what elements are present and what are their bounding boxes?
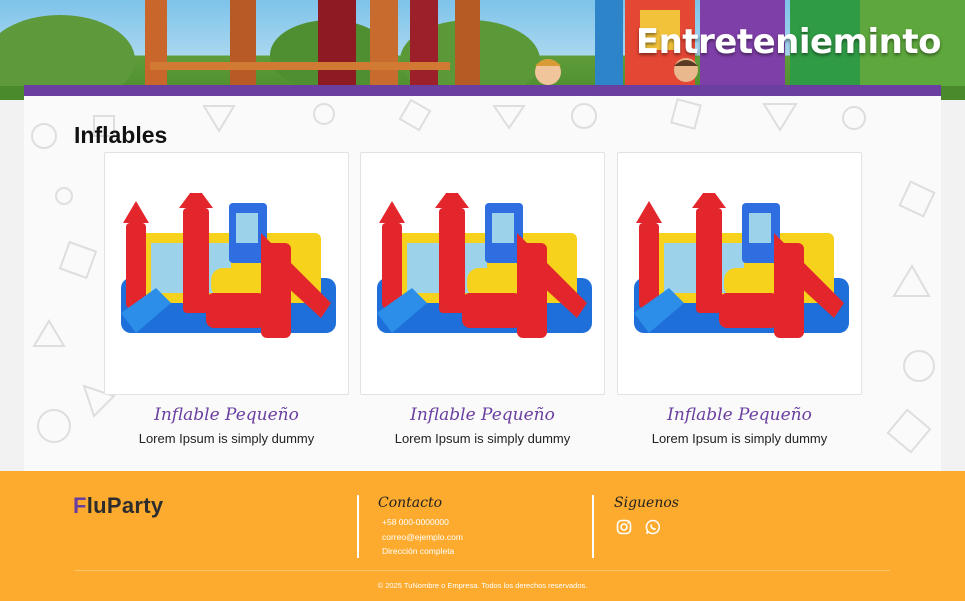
product-description: Lorem Ipsum is simply dummy <box>394 431 571 446</box>
contact-phone[interactable]: +58 000-0000000 <box>382 517 449 527</box>
product-image[interactable] <box>617 152 862 395</box>
product-description: Lorem Ipsum is simply dummy <box>138 431 315 446</box>
logo-initial: F <box>73 493 87 518</box>
social-title: Siguenos <box>614 495 679 511</box>
contact-address: Dirección completa <box>382 546 455 556</box>
hero-title: Entretenieminto <box>635 22 942 62</box>
contact-email[interactable]: correo@ejemplo.com <box>382 532 463 542</box>
section-title: Inflables <box>74 122 168 148</box>
product-image[interactable] <box>104 152 349 395</box>
contact-title: Contacto <box>378 495 443 511</box>
product-card[interactable]: Inflable Pequeño Lorem Ipsum is simply d… <box>360 152 605 446</box>
bounce-house-illustration <box>377 193 592 338</box>
footer-divider <box>357 495 359 558</box>
product-name[interactable]: Inflable Pequeño <box>360 405 605 425</box>
instagram-icon[interactable] <box>616 519 632 535</box>
footer-rule <box>75 570 890 571</box>
product-card[interactable]: Inflable Pequeño Lorem Ipsum is simply d… <box>104 152 349 446</box>
bounce-house-illustration <box>121 193 336 338</box>
product-image[interactable] <box>360 152 605 395</box>
logo-text: luParty <box>86 493 164 518</box>
footer: FluParty Contacto +58 000-0000000 correo… <box>0 471 965 601</box>
bounce-house-illustration <box>634 193 849 338</box>
copyright: © 2025 TuNombre o Empresa. Todos los der… <box>377 581 588 590</box>
footer-divider <box>592 495 594 558</box>
whatsapp-icon[interactable] <box>645 519 661 535</box>
footer-logo[interactable]: FluParty <box>73 493 163 519</box>
product-name[interactable]: Inflable Pequeño <box>617 405 862 425</box>
main-content: Inflables Inflable Pequeño Lorem Ipsum i… <box>24 85 941 471</box>
product-name[interactable]: Inflable Pequeño <box>104 405 349 425</box>
product-description: Lorem Ipsum is simply dummy <box>651 431 828 446</box>
product-card[interactable]: Inflable Pequeño Lorem Ipsum is simply d… <box>617 152 862 446</box>
